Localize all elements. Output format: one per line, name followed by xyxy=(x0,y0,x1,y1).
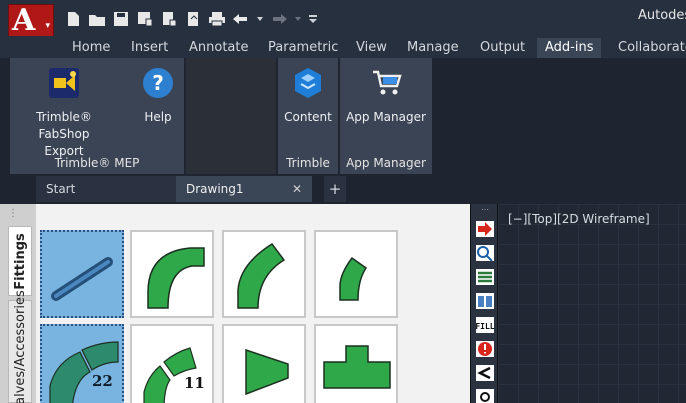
save-as-icon[interactable] xyxy=(136,10,154,28)
content-label: Content xyxy=(284,110,332,124)
open-folder-icon[interactable] xyxy=(88,10,106,28)
grip-icon[interactable]: ⋮ xyxy=(8,209,18,219)
tab-drawing1[interactable]: Drawing1 ✕ xyxy=(176,176,312,202)
fill-icon[interactable]: FILL xyxy=(475,316,495,334)
undo-dropdown-icon[interactable] xyxy=(256,10,264,28)
application-menu-button[interactable]: A ▾ xyxy=(8,3,54,38)
panel-empty xyxy=(186,58,276,174)
tab-insert[interactable]: Insert xyxy=(131,38,168,58)
title-bar: A ▾ Autodes xyxy=(0,0,686,38)
help-label: Help xyxy=(144,110,172,124)
panel-app-manager: App Manager App Manager xyxy=(340,58,432,174)
elbow-90-icon xyxy=(147,247,205,309)
book-icon[interactable] xyxy=(475,292,495,310)
reducer-icon xyxy=(245,348,289,396)
tile-elbow-90[interactable] xyxy=(130,230,214,318)
palette-tab-fittings[interactable]: Fittings xyxy=(8,226,32,296)
redo-dropdown-icon[interactable] xyxy=(294,10,302,28)
customize-qat-icon[interactable] xyxy=(308,10,318,28)
drawing-canvas[interactable]: [−][Top][2D Wireframe] xyxy=(498,204,686,403)
red-arrow-icon[interactable] xyxy=(475,220,495,238)
shopping-cart-icon xyxy=(373,70,402,95)
warning-icon[interactable] xyxy=(475,340,495,358)
tool-palette: ⋮ Fittings Valves/Accessories 22 11 xyxy=(0,204,470,403)
tool-strip: ⋯ FILL xyxy=(470,204,498,403)
tile-tee[interactable] xyxy=(314,324,398,403)
palette-side-strip: ⋮ Fittings Valves/Accessories xyxy=(0,204,36,403)
quick-access-toolbar xyxy=(64,8,318,30)
tab-view[interactable]: View xyxy=(356,38,387,58)
elbow-22-icon xyxy=(49,341,119,403)
undo-icon[interactable] xyxy=(232,10,250,28)
share-icon[interactable] xyxy=(184,10,202,28)
tab-add-ins[interactable]: Add-ins xyxy=(537,38,602,58)
save-icon[interactable] xyxy=(112,10,130,28)
tab-drawing1-label: Drawing1 xyxy=(186,182,244,196)
tab-parametric[interactable]: Parametric xyxy=(268,38,338,58)
elbow-60-icon xyxy=(237,242,286,309)
panel-trimble: Content Trimble xyxy=(278,58,338,174)
fabshop-label-line1: Trimble® FabShop xyxy=(36,110,92,141)
app-manager-label: App Manager xyxy=(346,110,426,124)
autocad-window: A ▾ Autodes Home Insert Annotate Paramet… xyxy=(0,0,686,403)
fabshop-export-icon xyxy=(49,68,79,98)
ribbon: Trimble® FabShop Export ? Help Trimble® … xyxy=(0,58,686,174)
palette-tab-valves-accessories[interactable]: Valves/Accessories xyxy=(8,290,32,403)
redo-icon[interactable] xyxy=(270,10,288,28)
tab-home[interactable]: Home xyxy=(72,38,110,58)
chevron-left-icon[interactable] xyxy=(475,364,495,382)
tab-annotate[interactable]: Annotate xyxy=(189,38,248,58)
fill-icon-label: FILL xyxy=(475,322,494,331)
new-tab-button[interactable]: + xyxy=(324,176,346,202)
tab-start[interactable]: Start xyxy=(36,176,176,202)
viewport-controls-label[interactable]: [−][Top][2D Wireframe] xyxy=(508,212,650,226)
palette-tab-fittings-label: Fittings xyxy=(12,232,28,290)
tile-reducer[interactable] xyxy=(222,324,306,403)
new-file-icon[interactable] xyxy=(64,10,82,28)
tile-elbow-11[interactable]: 11 xyxy=(130,324,214,403)
tab-collaborate[interactable]: Collaborate xyxy=(618,38,686,58)
svg-text:?: ? xyxy=(152,71,164,95)
toolstrip-grip-icon[interactable]: ⋯ xyxy=(475,206,495,214)
tab-output[interactable]: Output xyxy=(480,38,525,58)
cloud-save-icon[interactable] xyxy=(160,10,178,28)
tile-badge-11: 11 xyxy=(184,374,205,392)
close-icon[interactable]: ✕ xyxy=(292,176,302,202)
fitting-tiles: 22 11 xyxy=(40,230,470,403)
panel-trimble-mep: Trimble® FabShop Export ? Help Trimble® … xyxy=(10,58,184,174)
tile-elbow-60[interactable] xyxy=(222,230,306,318)
panel-title-trimble-mep: Trimble® MEP xyxy=(54,156,140,170)
tee-icon xyxy=(323,345,391,389)
elbow-45-icon xyxy=(339,256,368,301)
app-manager-button[interactable]: App Manager xyxy=(340,66,432,126)
tile-straight-pipe[interactable] xyxy=(40,230,124,318)
document-tab-bar: Start Drawing1 ✕ + xyxy=(0,174,686,204)
app-logo-letter: A xyxy=(12,3,36,38)
straight-pipe-icon xyxy=(51,257,113,301)
tile-badge-22: 22 xyxy=(92,372,113,390)
help-button[interactable]: ? Help xyxy=(132,66,184,126)
layers-icon[interactable] xyxy=(475,268,495,286)
content-button[interactable]: Content xyxy=(278,66,338,126)
trimble-fabshop-export-button[interactable]: Trimble® FabShop Export xyxy=(14,66,114,160)
print-icon[interactable] xyxy=(208,10,226,28)
tile-elbow-22[interactable]: 22 xyxy=(40,324,124,403)
tab-manage[interactable]: Manage xyxy=(407,38,459,58)
tile-elbow-45[interactable] xyxy=(314,230,398,318)
ribbon-tab-bar: Home Insert Annotate Parametric View Man… xyxy=(0,36,686,58)
palette-tab-accessories-label: Valves/Accessories xyxy=(12,290,28,403)
panel-title-app-manager: App Manager xyxy=(346,156,426,170)
more-tools-icon[interactable] xyxy=(475,388,495,403)
tab-start-label: Start xyxy=(46,182,76,196)
panel-title-trimble: Trimble xyxy=(286,156,330,170)
window-title: Autodes xyxy=(638,8,686,23)
help-icon: ? xyxy=(143,68,173,98)
zoom-icon[interactable] xyxy=(475,244,495,262)
trimble-content-icon xyxy=(295,68,321,98)
chevron-down-icon: ▾ xyxy=(45,21,50,31)
